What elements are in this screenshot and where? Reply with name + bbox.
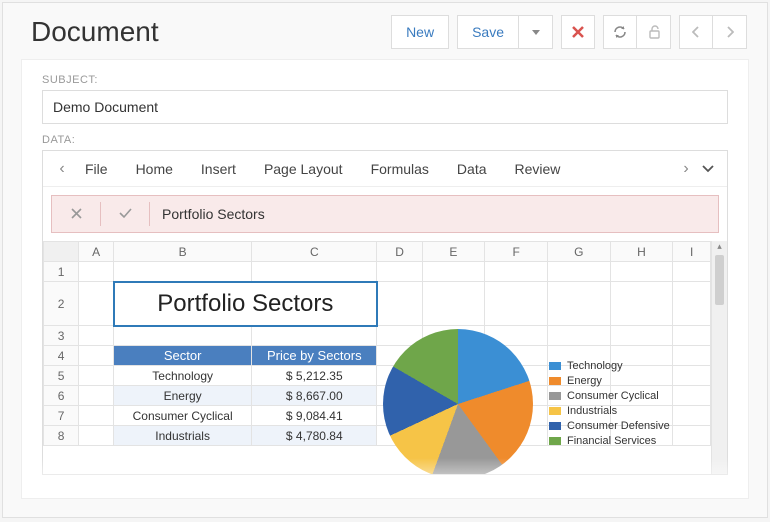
row-header[interactable]: 4	[44, 346, 79, 366]
formula-accept[interactable]	[101, 206, 149, 223]
new-button[interactable]: New	[391, 15, 449, 49]
col-header[interactable]: D	[377, 242, 422, 262]
refresh-icon	[612, 24, 628, 40]
row-header[interactable]: 1	[44, 262, 79, 282]
cell-selected[interactable]: Portfolio Sectors	[114, 282, 377, 326]
chevron-right-icon	[726, 26, 734, 38]
legend-label: Consumer Cyclical	[567, 390, 659, 402]
pie-graphic	[383, 329, 533, 475]
delete-button[interactable]	[561, 15, 595, 49]
row-header[interactable]: 8	[44, 426, 79, 446]
col-header[interactable]: B	[114, 242, 252, 262]
cell[interactable]: Technology	[114, 366, 252, 386]
col-header[interactable]: E	[422, 242, 485, 262]
row-header[interactable]: 7	[44, 406, 79, 426]
caret-down-icon	[532, 30, 540, 35]
cell[interactable]: $ 5,212.35	[252, 366, 377, 386]
check-icon	[119, 208, 132, 219]
col-header[interactable]: C	[252, 242, 377, 262]
subject-input[interactable]	[42, 90, 728, 124]
col-header[interactable]: I	[673, 242, 711, 262]
scroll-thumb[interactable]	[715, 255, 724, 305]
cell[interactable]: Industrials	[114, 426, 252, 446]
chevron-down-icon	[702, 165, 714, 173]
prev-button[interactable]	[679, 15, 713, 49]
legend-label: Technology	[567, 360, 623, 372]
legend-label: Industrials	[567, 405, 617, 417]
tab-page-layout[interactable]: Page Layout	[250, 151, 357, 187]
row-header[interactable]: 3	[44, 326, 79, 346]
cell[interactable]: $ 4,780.84	[252, 426, 377, 446]
subject-label: SUBJECT:	[42, 74, 728, 86]
data-label: DATA:	[42, 134, 728, 146]
cell[interactable]: $ 8,667.00	[252, 386, 377, 406]
pie-chart: Technology Energy Consumer Cyclical Indu…	[383, 311, 693, 474]
tab-scroll-right[interactable]: ›	[677, 160, 695, 178]
page-title: Document	[31, 16, 383, 48]
cell[interactable]: Energy	[114, 386, 252, 406]
next-button[interactable]	[713, 15, 747, 49]
row-header[interactable]: 6	[44, 386, 79, 406]
cell-grid[interactable]: A B C D E F G H I 1 2 Portfolio Sectors	[43, 241, 711, 474]
col-header[interactable]: H	[610, 242, 673, 262]
close-icon	[571, 25, 585, 39]
unlock-icon	[647, 25, 661, 39]
formula-input[interactable]: Portfolio Sectors	[150, 206, 277, 222]
vertical-scrollbar[interactable]: ▴	[711, 241, 727, 474]
col-header[interactable]: F	[485, 242, 548, 262]
tab-file[interactable]: File	[71, 151, 122, 187]
table-header: Sector	[114, 346, 252, 366]
ribbon-collapse[interactable]	[699, 160, 717, 178]
unlock-button[interactable]	[637, 15, 671, 49]
select-all-corner[interactable]	[44, 242, 79, 262]
cell[interactable]: Consumer Cyclical	[114, 406, 252, 426]
spreadsheet: ‹ File Home Insert Page Layout Formulas …	[42, 150, 728, 475]
formula-cancel[interactable]	[52, 206, 100, 223]
tab-insert[interactable]: Insert	[187, 151, 250, 187]
x-icon	[71, 208, 82, 219]
save-dropdown-button[interactable]	[519, 15, 553, 49]
tab-review[interactable]: Review	[501, 151, 575, 187]
tab-data[interactable]: Data	[443, 151, 501, 187]
save-button[interactable]: Save	[457, 15, 519, 49]
chevron-left-icon	[692, 26, 700, 38]
legend-label: Financial Services	[567, 435, 656, 447]
refresh-button[interactable]	[603, 15, 637, 49]
chart-legend: Technology Energy Consumer Cyclical Indu…	[549, 357, 670, 450]
tab-home[interactable]: Home	[122, 151, 187, 187]
scroll-up-arrow[interactable]: ▴	[712, 241, 727, 252]
legend-label: Energy	[567, 375, 602, 387]
col-header[interactable]: A	[79, 242, 114, 262]
table-header: Price by Sectors	[252, 346, 377, 366]
cell[interactable]: $ 9,084.41	[252, 406, 377, 426]
row-header[interactable]: 5	[44, 366, 79, 386]
tab-formulas[interactable]: Formulas	[357, 151, 443, 187]
row-header[interactable]: 2	[44, 282, 79, 326]
legend-label: Consumer Defensive	[567, 420, 670, 432]
tab-scroll-left[interactable]: ‹	[53, 160, 71, 178]
col-header[interactable]: G	[547, 242, 610, 262]
formula-bar: Portfolio Sectors	[51, 195, 719, 233]
